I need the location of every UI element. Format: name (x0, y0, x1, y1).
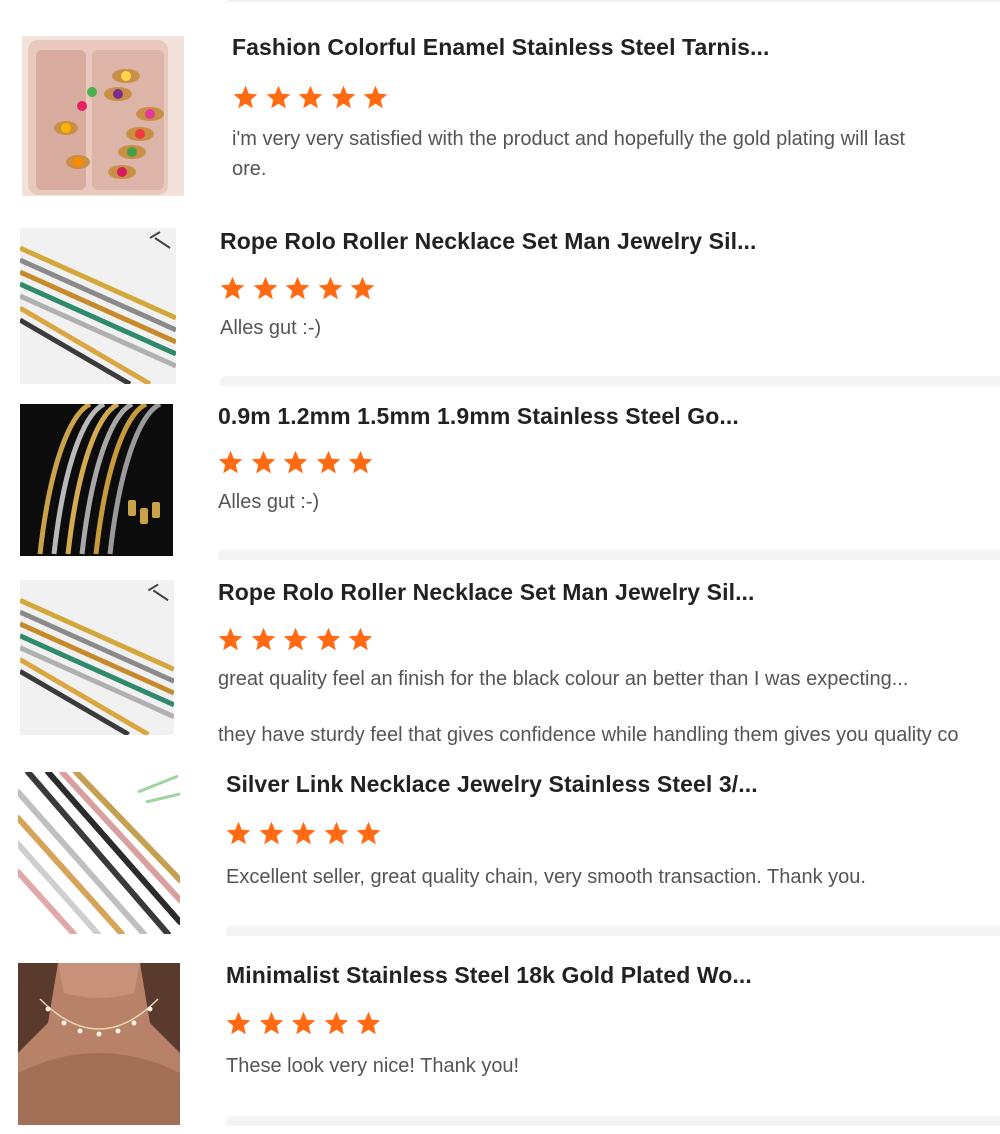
product-thumbnail[interactable] (20, 228, 176, 384)
star-icon (330, 84, 357, 111)
star-icon (250, 626, 277, 653)
star-icon (315, 449, 342, 476)
product-thumbnail[interactable] (20, 580, 174, 735)
star-icon (252, 275, 279, 302)
star-icon (347, 449, 374, 476)
chain-set-image (20, 228, 176, 384)
star-icon (282, 449, 309, 476)
star-icon (282, 626, 309, 653)
chains-on-black-image (20, 404, 173, 556)
product-title[interactable]: Fashion Colorful Enamel Stainless Steel … (232, 34, 769, 61)
star-icon (290, 1010, 317, 1037)
star-icon (258, 820, 285, 847)
product-title[interactable]: Rope Rolo Roller Necklace Set Man Jewelr… (220, 228, 757, 255)
star-icon (290, 820, 317, 847)
review-text: ore. (232, 158, 267, 180)
product-title[interactable]: Minimalist Stainless Steel 18k Gold Plat… (226, 962, 752, 989)
top-divider (228, 0, 1000, 2)
star-icon (232, 84, 259, 111)
product-thumbnail[interactable] (18, 772, 180, 934)
star-icon (362, 84, 389, 111)
review-text: Excellent seller, great quality chain, v… (226, 866, 866, 888)
star-icon (317, 275, 344, 302)
rating-stars (232, 84, 395, 114)
pearl-necklace-image (18, 963, 180, 1125)
product-title[interactable]: 0.9m 1.2mm 1.5mm 1.9mm Stainless Steel G… (218, 403, 739, 430)
star-icon (323, 1010, 350, 1037)
review-text: great quality feel an finish for the bla… (218, 668, 909, 690)
star-icon (219, 275, 246, 302)
star-icon (217, 449, 244, 476)
rating-stars (225, 1010, 388, 1040)
rating-stars (219, 275, 382, 305)
star-icon (225, 820, 252, 847)
star-icon (323, 820, 350, 847)
star-icon (265, 84, 292, 111)
product-title[interactable]: Rope Rolo Roller Necklace Set Man Jewelr… (218, 579, 755, 606)
rating-stars (217, 626, 380, 656)
chain-set-image (20, 580, 174, 735)
star-icon (349, 275, 376, 302)
star-icon (355, 1010, 382, 1037)
review-separator (220, 376, 1000, 386)
review-text: they have sturdy feel that gives confide… (218, 724, 959, 746)
review-text: Alles gut :-) (218, 491, 320, 513)
star-icon (250, 449, 277, 476)
star-icon (284, 275, 311, 302)
enamel-rings-image (22, 36, 184, 196)
review-text: i'm very very satisfied with the product… (232, 128, 906, 150)
rating-stars (217, 449, 380, 479)
review-separator (226, 1116, 1000, 1126)
star-icon (217, 626, 244, 653)
star-icon (315, 626, 342, 653)
product-thumbnail[interactable] (20, 404, 173, 556)
star-icon (347, 626, 374, 653)
star-icon (258, 1010, 285, 1037)
star-icon (225, 1010, 252, 1037)
review-text: These look very nice! Thank you! (226, 1055, 520, 1077)
rating-stars (225, 820, 388, 850)
product-thumbnail[interactable] (22, 36, 184, 196)
review-separator (226, 926, 1000, 936)
star-icon (297, 84, 324, 111)
review-separator (218, 550, 1000, 560)
review-text: Alles gut :-) (220, 317, 322, 339)
link-chains-image (18, 772, 180, 934)
product-title[interactable]: Silver Link Necklace Jewelry Stainless S… (226, 771, 758, 798)
star-icon (355, 820, 382, 847)
product-thumbnail[interactable] (18, 963, 180, 1125)
